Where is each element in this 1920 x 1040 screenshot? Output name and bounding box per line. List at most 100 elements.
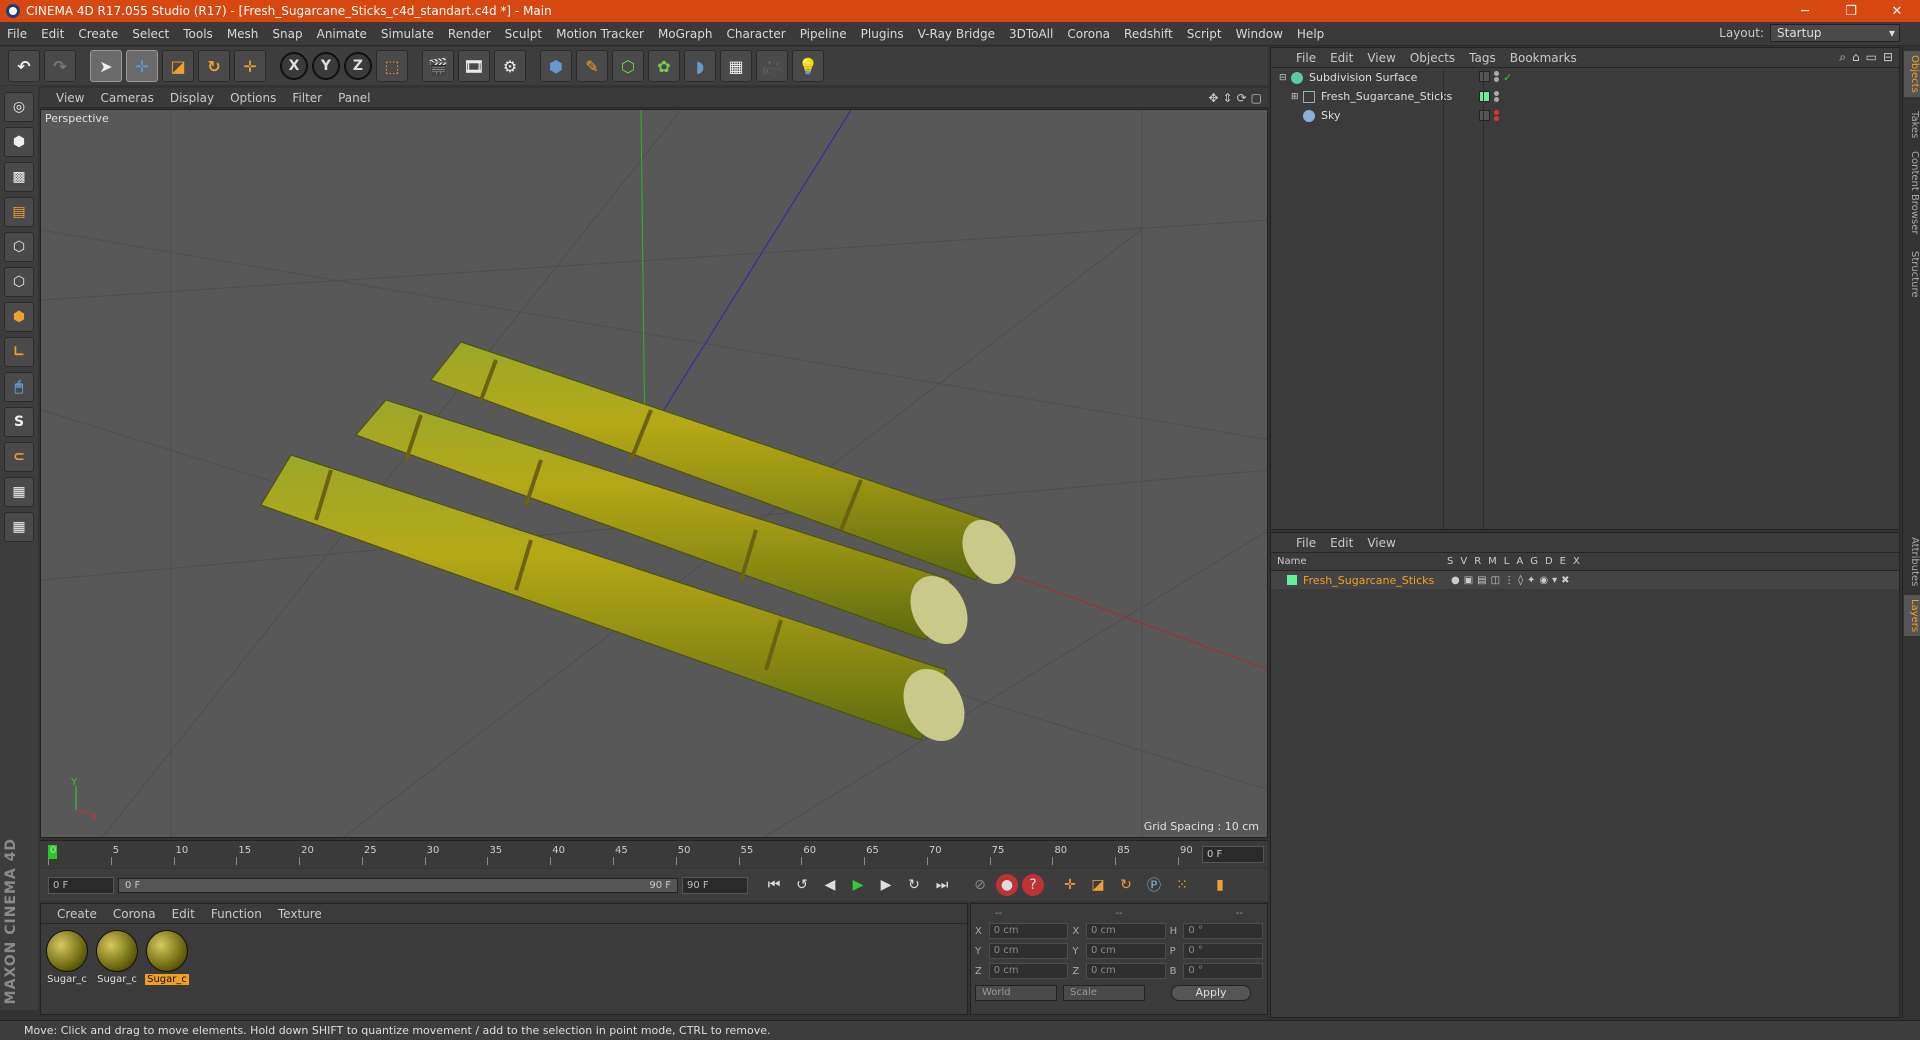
render-picture-viewer-icon[interactable]: 🎞 — [458, 50, 490, 82]
viewport-menu-filter[interactable]: Filter — [284, 91, 330, 105]
menu-simulate[interactable]: Simulate — [374, 27, 441, 41]
close-button[interactable]: ✕ — [1874, 4, 1920, 19]
key-position-icon[interactable]: ✛ — [1058, 873, 1082, 897]
rotation-p-field[interactable]: 0 ° — [1183, 943, 1263, 959]
layer-tag-icon[interactable] — [1479, 110, 1490, 121]
menu-animate[interactable]: Animate — [310, 27, 374, 41]
key-parameter-icon[interactable]: Ⓟ — [1142, 873, 1166, 897]
tab-attributes[interactable]: Attributes — [1904, 533, 1920, 590]
menu-edit[interactable]: Edit — [34, 27, 71, 41]
menu-mograph[interactable]: MoGraph — [651, 27, 720, 41]
tab-objects[interactable]: Objects — [1904, 51, 1920, 97]
menu-script[interactable]: Script — [1180, 27, 1229, 41]
menu-sculpt[interactable]: Sculpt — [498, 27, 549, 41]
size-z-field[interactable]: 0 cm — [1086, 963, 1166, 979]
recent-tool-icon[interactable]: ✛ — [234, 50, 266, 82]
timeline[interactable]: 0 5 10 15 20 25 30 35 40 45 50 55 60 65 70 75 80 85 90 0 F — [40, 840, 1268, 868]
points-mode-icon[interactable]: ⬡ — [4, 232, 34, 262]
viewport-menu-view[interactable]: View — [48, 91, 92, 105]
layer-menu-view[interactable]: View — [1360, 536, 1402, 550]
enabled-check-icon[interactable]: ✓ — [1503, 71, 1512, 84]
apply-button[interactable]: Apply — [1171, 985, 1251, 1001]
next-frame-icon[interactable]: ▶ — [874, 873, 898, 897]
layer-row[interactable]: Fresh_Sugarcane_Sticks ●▣▤◫⋮◊✦◉▾✖ — [1271, 571, 1899, 589]
make-editable-icon[interactable]: ◎ — [4, 92, 34, 122]
start-frame-field[interactable]: 0 F — [48, 876, 114, 894]
expand-icon[interactable]: ⊟ — [1279, 73, 1291, 83]
go-to-start-icon[interactable]: ⏮ — [762, 873, 786, 897]
render-view-icon[interactable]: 🎬 — [422, 50, 454, 82]
go-to-end-icon[interactable]: ⏭ — [930, 873, 954, 897]
material-menu-edit[interactable]: Edit — [164, 907, 203, 921]
layer-tag-icon[interactable] — [1479, 91, 1490, 102]
subdivision-surface-icon[interactable]: ⬡ — [612, 50, 644, 82]
restore-button[interactable]: ❐ — [1828, 4, 1874, 19]
layer-menu-edit[interactable]: Edit — [1323, 536, 1360, 550]
x-axis-lock-button[interactable]: X — [280, 52, 308, 80]
new-window-icon[interactable]: ▭ — [1866, 50, 1877, 65]
render-settings-icon[interactable]: ⚙ — [494, 50, 526, 82]
menu-window[interactable]: Window — [1229, 27, 1290, 41]
menu-mesh[interactable]: Mesh — [220, 27, 266, 41]
axis-mode-icon[interactable]: ∟ — [4, 337, 34, 367]
size-y-field[interactable]: 0 cm — [1086, 943, 1166, 959]
move-tool-icon[interactable]: ✛ — [126, 50, 158, 82]
object-menu-file[interactable]: File — [1289, 51, 1323, 65]
material-swatch[interactable]: Sugar_c — [45, 930, 89, 985]
collapse-icon[interactable]: ⊟ — [1883, 50, 1893, 65]
timeline-window-icon[interactable]: ▮ — [1208, 873, 1232, 897]
visibility-dots-icon[interactable] — [1494, 71, 1499, 84]
size-mode-dropdown[interactable]: Scale — [1063, 985, 1145, 1001]
light-icon[interactable]: 💡 — [792, 50, 824, 82]
menu-character[interactable]: Character — [719, 27, 792, 41]
object-menu-tags[interactable]: Tags — [1462, 51, 1503, 65]
cloner-icon[interactable]: ✿ — [648, 50, 680, 82]
maximize-view-icon[interactable]: ▢ — [1251, 91, 1262, 105]
menu-motion-tracker[interactable]: Motion Tracker — [549, 27, 651, 41]
rotation-b-field[interactable]: 0 ° — [1183, 963, 1263, 979]
position-z-field[interactable]: 0 cm — [988, 963, 1069, 979]
floor-icon[interactable]: ▦ — [720, 50, 752, 82]
rotate-tool-icon[interactable]: ↻ — [198, 50, 230, 82]
perspective-viewport[interactable]: Y X Perspective Grid Spacing : 10 cm — [40, 109, 1268, 838]
preview-range-slider[interactable]: 0 F 90 F — [118, 877, 678, 893]
object-row[interactable]: ⊞ Fresh_Sugarcane_Sticks — [1271, 87, 1899, 106]
material-menu-function[interactable]: Function — [203, 907, 270, 921]
viewport-menu-options[interactable]: Options — [222, 91, 284, 105]
menu-corona[interactable]: Corona — [1060, 27, 1117, 41]
camera-icon[interactable]: 🎥 — [756, 50, 788, 82]
menu-3dtoall[interactable]: 3DToAll — [1002, 27, 1060, 41]
menu-create[interactable]: Create — [71, 27, 125, 41]
menu-help[interactable]: Help — [1290, 27, 1331, 41]
autokey-icon[interactable]: ? — [1022, 874, 1044, 896]
material-menu-texture[interactable]: Texture — [270, 907, 330, 921]
menu-redshift[interactable]: Redshift — [1117, 27, 1180, 41]
key-scale-icon[interactable]: ◪ — [1086, 873, 1110, 897]
next-key-icon[interactable]: ↻ — [902, 873, 926, 897]
pan-icon[interactable]: ✥ — [1208, 91, 1218, 105]
end-frame-field[interactable]: 90 F — [682, 876, 748, 894]
tweak-mode-icon[interactable]: 🖱 — [4, 372, 34, 402]
texture-mode-icon[interactable]: ▩ — [4, 162, 34, 192]
position-x-field[interactable]: 0 cm — [988, 923, 1069, 939]
layer-flag-icons[interactable]: ●▣▤◫⋮◊✦◉▾✖ — [1451, 575, 1574, 586]
orbit-icon[interactable]: ⟳ — [1237, 91, 1247, 105]
viewport-menu-cameras[interactable]: Cameras — [92, 91, 161, 105]
material-menu-create[interactable]: Create — [49, 907, 105, 921]
motion-record-icon[interactable]: ⊘ — [968, 873, 992, 897]
tab-structure[interactable]: Structure — [1904, 247, 1920, 302]
layer-tag-icon[interactable] — [1479, 71, 1490, 82]
y-axis-lock-button[interactable]: Y — [312, 52, 340, 80]
previous-key-icon[interactable]: ↺ — [790, 873, 814, 897]
viewport-menu-display[interactable]: Display — [162, 91, 222, 105]
coordinate-space-dropdown[interactable]: World — [975, 985, 1057, 1001]
tab-content-browser[interactable]: Content Browser — [1904, 147, 1920, 238]
redo-icon[interactable]: ↷ — [44, 50, 76, 82]
timeline-ruler[interactable]: 0 5 10 15 20 25 30 35 40 45 50 55 60 65 70 75 80 85 90 — [48, 845, 1193, 865]
previous-frame-icon[interactable]: ◀ — [818, 873, 842, 897]
position-y-field[interactable]: 0 cm — [988, 943, 1069, 959]
viewport-menu-panel[interactable]: Panel — [330, 91, 378, 105]
size-x-field[interactable]: 0 cm — [1086, 923, 1166, 939]
key-pla-icon[interactable]: ⁙ — [1170, 873, 1194, 897]
layer-color-swatch[interactable] — [1287, 575, 1297, 585]
